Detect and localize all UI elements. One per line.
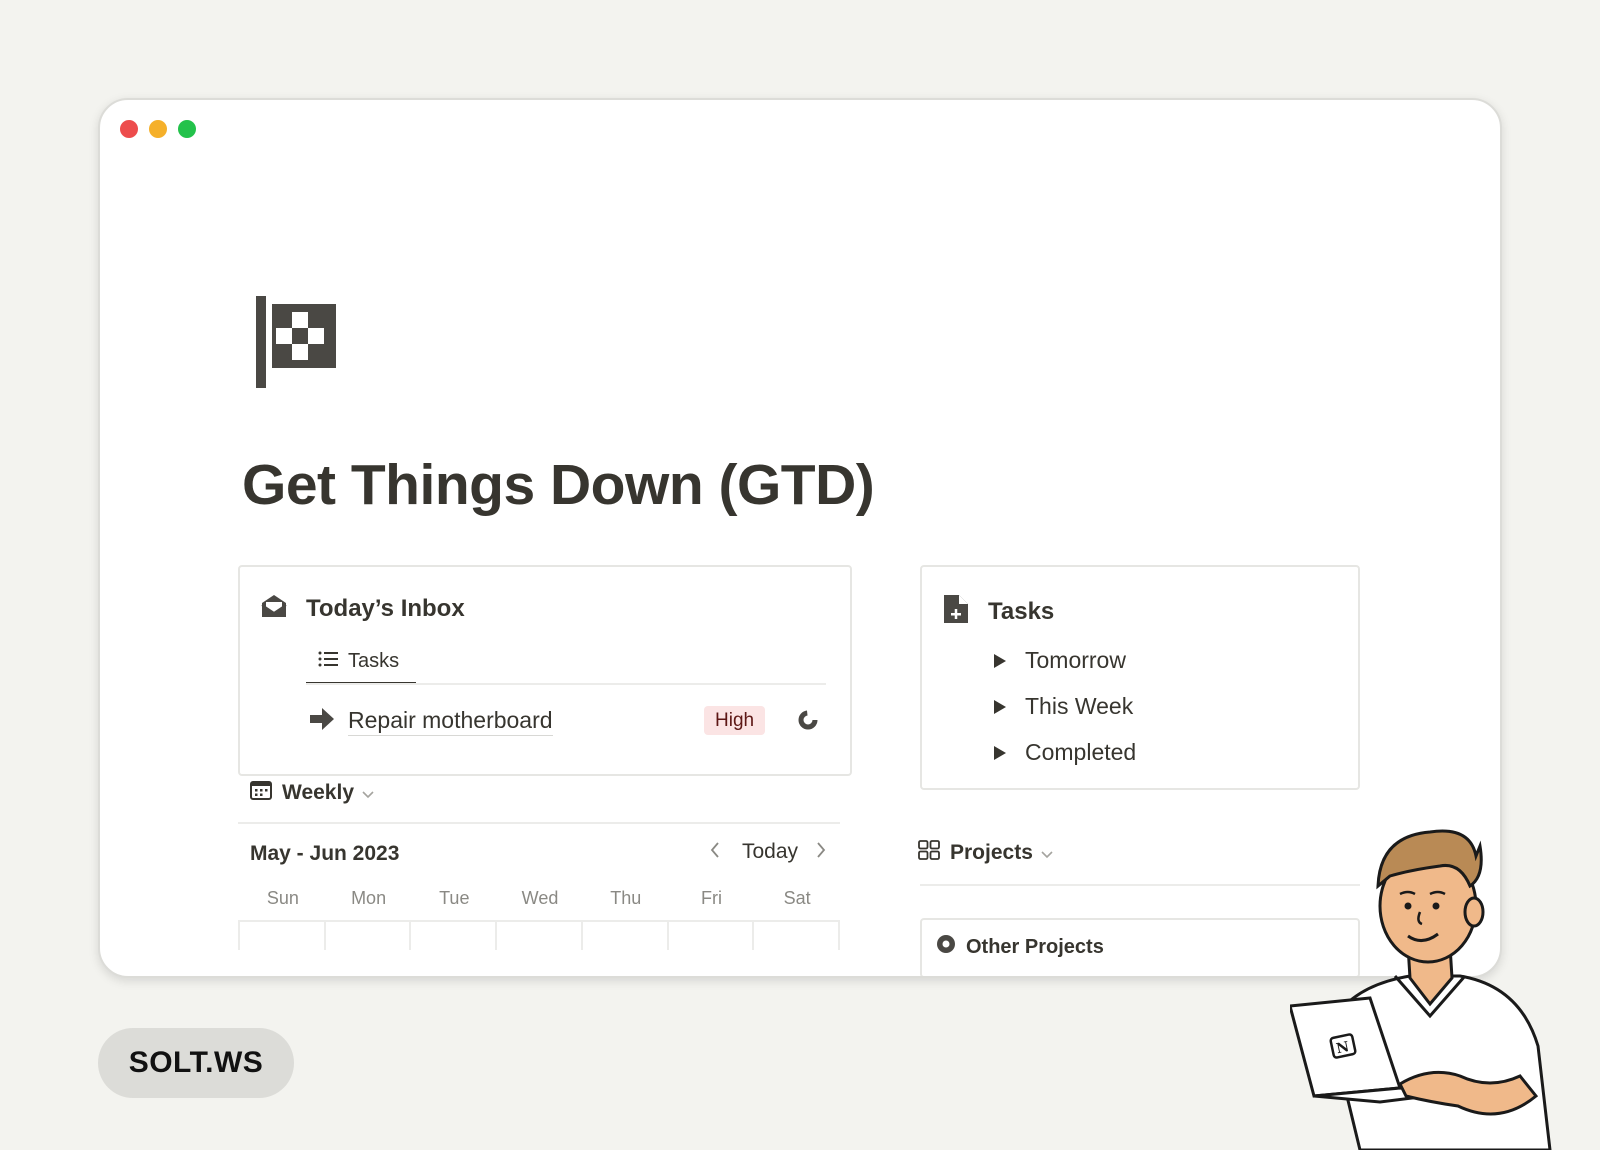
toggle-completed[interactable]: Completed <box>994 729 1136 775</box>
view-selector-projects[interactable]: Projects <box>918 840 1053 866</box>
chevron-down-icon <box>1041 841 1053 865</box>
toggle-label: Completed <box>1025 738 1137 765</box>
priority-badge: High <box>704 706 766 735</box>
calendar-day-cell[interactable] <box>238 922 324 950</box>
checkered-flag-icon[interactable] <box>256 296 340 395</box>
calendar-week-row <box>238 920 841 950</box>
list-icon <box>318 650 338 673</box>
calendar-day-cell[interactable] <box>409 922 495 950</box>
weekday-label: Mon <box>351 888 387 908</box>
weekday-label: Fri <box>700 888 722 908</box>
brand-badge: SOLT.WS <box>98 1028 294 1098</box>
gallery-icon <box>918 840 940 866</box>
view-label: Projects <box>950 841 1033 864</box>
today-button[interactable]: Today <box>742 840 798 864</box>
tasks-header[interactable]: Tasks <box>944 595 1054 628</box>
character-illustration: N <box>1288 826 1570 1150</box>
toggle-tomorrow[interactable]: Tomorrow <box>994 637 1136 683</box>
calendar-day-cell[interactable] <box>323 922 410 950</box>
calendar-month-label: May - Jun 2023 <box>250 842 400 865</box>
inbox-title: Today’s Inbox <box>306 594 465 622</box>
project-card-header: Other Projects <box>936 934 1104 960</box>
task-row[interactable]: Repair motherboard High <box>310 701 820 741</box>
window-controls <box>120 120 196 138</box>
triangle-right-icon[interactable] <box>994 693 1006 720</box>
calendar-icon <box>250 780 272 806</box>
divider <box>238 822 840 824</box>
weekday-label: Sat <box>783 888 811 908</box>
task-name[interactable]: Repair motherboard <box>348 706 553 736</box>
open-envelope-icon <box>260 593 288 624</box>
document-plus-icon <box>944 595 968 628</box>
calendar-nav: Today <box>710 840 826 864</box>
weekday-header: Sun Mon Tue Wed Thu Fri Sat <box>240 888 840 909</box>
tasks-title: Tasks <box>988 597 1055 625</box>
toggle-label: Tomorrow <box>1025 646 1126 673</box>
weekday-label: Tue <box>439 888 470 908</box>
view-label: Weekly <box>282 781 354 804</box>
chevron-left-icon[interactable] <box>710 840 720 864</box>
weekday-label: Thu <box>610 888 642 908</box>
calendar-day-cell[interactable] <box>580 922 667 950</box>
inbox-card: Today’s Inbox Tasks Repair motherboard H… <box>238 565 852 776</box>
calendar-day-cell[interactable] <box>495 922 581 950</box>
minimize-window-button[interactable] <box>149 120 167 138</box>
tab-tasks-label: Tasks <box>348 650 400 672</box>
chevron-down-icon <box>362 781 374 805</box>
progress-ring-icon <box>798 710 818 735</box>
tab-tasks[interactable]: Tasks <box>306 641 416 685</box>
toggle-this-week[interactable]: This Week <box>994 683 1136 729</box>
chevron-right-icon[interactable] <box>816 840 826 864</box>
project-card-label: Other Projects <box>966 935 1104 958</box>
toggle-list: Tomorrow This Week Completed <box>994 637 1136 775</box>
divider <box>306 683 826 685</box>
calendar-day-cell[interactable] <box>752 922 841 950</box>
close-window-button[interactable] <box>120 120 138 138</box>
triangle-right-icon[interactable] <box>994 647 1006 674</box>
maximize-window-button[interactable] <box>178 120 196 138</box>
calendar-day-cell[interactable] <box>666 922 753 950</box>
view-selector-weekly[interactable]: Weekly <box>250 780 374 806</box>
triangle-right-icon[interactable] <box>994 739 1006 766</box>
toggle-label: This Week <box>1025 692 1134 719</box>
arrow-right-icon <box>310 707 334 735</box>
weekday-label: Sun <box>266 888 299 908</box>
weekday-label: Wed <box>521 888 559 908</box>
circle-icon <box>936 934 956 960</box>
tasks-card: Tasks Tomorrow This Week Completed <box>920 565 1360 790</box>
inbox-header[interactable]: Today’s Inbox <box>260 593 465 624</box>
page-title[interactable]: Get Things Down (GTD) <box>242 452 875 518</box>
